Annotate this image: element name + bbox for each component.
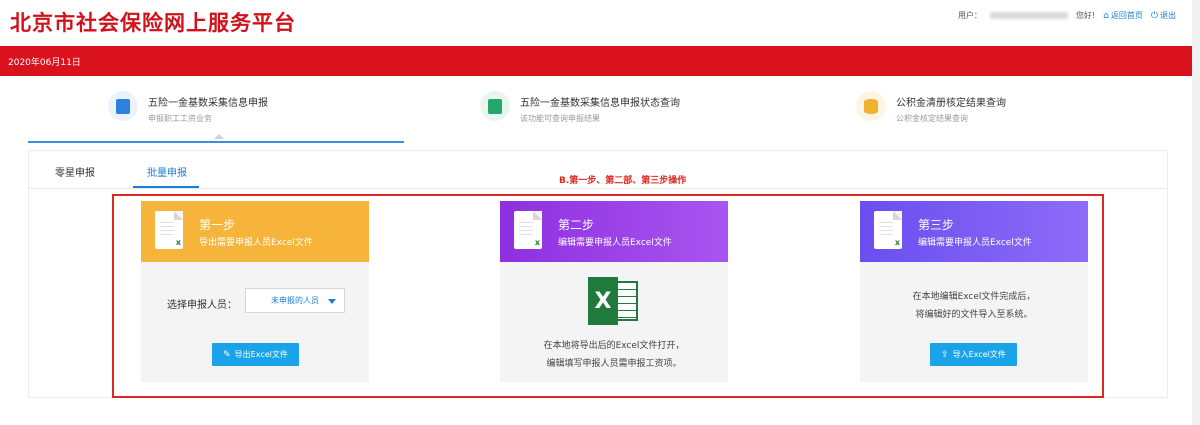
home-icon: ⌂ <box>1103 10 1109 21</box>
export-excel-label: 导出Excel文件 <box>234 350 288 359</box>
step-card-header: x 第一步 导出需要申报人员Excel文件 <box>141 201 369 262</box>
step-description-line-1: 在本地编辑Excel文件完成后， <box>912 292 1036 302</box>
nav-item-fund-query[interactable]: 公积金清册核定结果查询 公积金核定结果查询 <box>856 91 1006 124</box>
step-description-line-1: 在本地将导出后的Excel文件打开， <box>543 341 685 351</box>
user-label: 用户： <box>957 11 982 20</box>
active-tab-underline <box>133 186 199 188</box>
annotation-note: B.第一步、第二部、第三步操作 <box>559 176 687 186</box>
nav-item-title: 五险一金基数采集信息申报 <box>148 98 268 109</box>
form-icon <box>108 91 138 121</box>
step-subtitle: 编辑需要申报人员Excel文件 <box>918 238 1032 248</box>
upload-icon: ⇪ <box>941 349 949 360</box>
excel-logo-icon: X <box>588 277 638 325</box>
step-title: 第三步 <box>918 218 955 232</box>
step-subtitle: 编辑需要申报人员Excel文件 <box>558 238 672 248</box>
excel-file-icon: x <box>155 211 183 249</box>
active-nav-caret <box>214 134 224 139</box>
nav-item-status-query[interactable]: 五险一金基数采集信息申报状态查询 该功能可查询申报结果 <box>480 91 680 124</box>
power-icon: ⏻ <box>1150 10 1158 21</box>
nav-item-subtitle: 该功能可查询申报结果 <box>520 114 600 123</box>
nav-item-title: 公积金清册核定结果查询 <box>896 98 1006 109</box>
export-excel-button[interactable]: ✎ 导出Excel文件 <box>212 343 299 366</box>
step-description-line-2: 编辑填写申报人员需申报工资项。 <box>546 359 682 369</box>
nav-item-title: 五险一金基数采集信息申报状态查询 <box>520 98 680 109</box>
step-card-1: x 第一步 导出需要申报人员Excel文件 选择申报人员： 未申报的人员 ✎ 导… <box>141 201 369 382</box>
document-icon <box>480 91 510 121</box>
step-description-line-2: 将编辑好的文件导入至系统。 <box>915 310 1033 320</box>
database-icon <box>856 91 886 121</box>
home-link-label: 返回首页 <box>1110 11 1143 20</box>
step-card-header: x 第三步 编辑需要申报人员Excel文件 <box>860 201 1088 262</box>
tab-batch-declare[interactable]: 批量申报 <box>147 164 187 179</box>
nav-item-salary-declare[interactable]: 五险一金基数采集信息申报 申报职工工资业务 <box>108 91 268 124</box>
nav-item-subtitle: 申报职工工资业务 <box>148 114 212 123</box>
excel-file-icon: x <box>874 211 902 249</box>
tab-single-declare[interactable]: 零星申报 <box>55 164 95 179</box>
logout-link[interactable]: ⏻ 退出 <box>1151 10 1176 21</box>
greeting-text: 您好! <box>1075 11 1096 20</box>
edit-icon: ✎ <box>223 349 231 360</box>
current-date: 2020年06月11日 <box>8 58 81 68</box>
active-nav-indicator <box>28 141 404 143</box>
step-title: 第一步 <box>199 218 236 232</box>
person-select-value: 未申报的人员 <box>271 296 319 305</box>
import-excel-label: 导入Excel文件 <box>952 350 1006 359</box>
nav-item-subtitle: 公积金核定结果查询 <box>896 114 968 123</box>
user-bar: 用户： 您好! ⌂ 返回首页 ⏻ 退出 <box>958 10 1176 21</box>
step-subtitle: 导出需要申报人员Excel文件 <box>199 238 313 248</box>
excel-file-icon: x <box>514 211 542 249</box>
page-scrollbar[interactable] <box>1192 0 1200 425</box>
select-person-label: 选择申报人员： <box>167 300 237 311</box>
chevron-down-icon <box>328 299 336 304</box>
site-logo: 北京市社会保险网上服务平台 <box>10 11 296 35</box>
step-card-3: x 第三步 编辑需要申报人员Excel文件 在本地编辑Excel文件完成后， 将… <box>860 201 1088 382</box>
import-excel-button[interactable]: ⇪ 导入Excel文件 <box>930 343 1017 366</box>
home-link[interactable]: ⌂ 返回首页 <box>1103 10 1143 21</box>
step-card-2: x 第二步 编辑需要申报人员Excel文件 X 在本地将导出后的Excel文件打… <box>500 201 728 382</box>
step-card-header: x 第二步 编辑需要申报人员Excel文件 <box>500 201 728 262</box>
logout-link-label: 退出 <box>1160 11 1176 20</box>
tab-bar: 零星申报 批量申报 B.第一步、第二部、第三步操作 <box>29 151 1167 189</box>
service-nav: 五险一金基数采集信息申报 申报职工工资业务 五险一金基数采集信息申报状态查询 该… <box>28 77 1168 147</box>
red-banner: 2020年06月11日 <box>0 46 1197 76</box>
step-title: 第二步 <box>558 218 595 232</box>
user-name-redacted <box>989 12 1068 19</box>
person-select[interactable]: 未申报的人员 <box>245 288 345 313</box>
top-header: 北京市社会保险网上服务平台 用户： 您好! ⌂ 返回首页 ⏻ 退出 <box>0 0 1190 46</box>
